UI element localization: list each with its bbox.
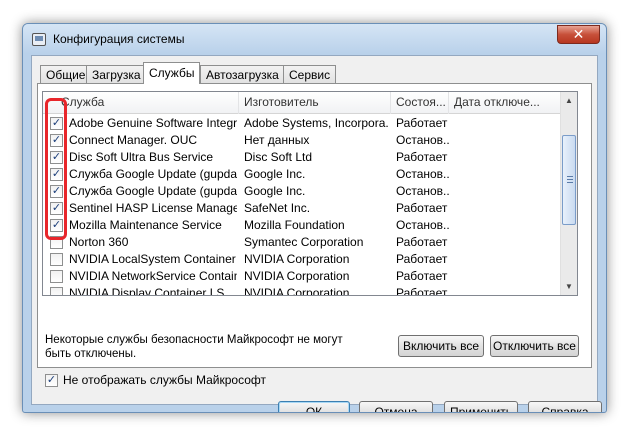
table-row[interactable]: ✓ Служба Google Update (gupdate... Google … (43, 183, 562, 200)
close-button[interactable]: ✕ (557, 25, 600, 44)
tab-tools[interactable]: Сервис (283, 65, 337, 84)
grip-icon (567, 176, 573, 183)
service-manufacturer: Google Inc. (244, 167, 306, 181)
services-list[interactable]: Служба Изготовитель Состоя... Дата отклю… (42, 91, 578, 296)
tab-boot[interactable]: Загрузка (86, 65, 147, 84)
service-checkbox[interactable]: ✓ (50, 151, 63, 164)
service-checkbox[interactable]: ✓ (50, 202, 63, 215)
service-name: Sentinel HASP License Manager (69, 201, 237, 215)
service-manufacturer: NVIDIA Corporation (244, 269, 350, 283)
column-disabled-date[interactable]: Дата отключе... (449, 92, 562, 114)
service-status: Работает (396, 150, 448, 164)
column-status[interactable]: Состоя... (391, 92, 449, 114)
service-status: Останов... (396, 167, 450, 181)
cancel-button[interactable]: Отмена (359, 401, 433, 412)
service-manufacturer: Symantec Corporation (244, 235, 364, 249)
service-name: NVIDIA Display Container LS (69, 286, 225, 296)
security-note: Некоторые службы безопасности Майкрософт… (45, 334, 343, 360)
title-bar[interactable]: Конфигурация системы ✕ (23, 24, 606, 54)
service-status: Останов... (396, 133, 450, 147)
table-row[interactable]: ✓ Disc Soft Ultra Bus Service Disc Soft Lt… (43, 149, 562, 166)
service-checkbox[interactable] (50, 270, 63, 283)
service-checkbox[interactable] (50, 287, 63, 295)
service-name: Disc Soft Ultra Bus Service (69, 150, 214, 164)
service-manufacturer: NVIDIA Corporation (244, 252, 350, 266)
service-status: Работает (396, 201, 448, 215)
service-manufacturer: Adobe Systems, Incorpora... (244, 116, 389, 130)
service-status: Работает (396, 269, 448, 283)
tab-general[interactable]: Общие (40, 65, 92, 84)
service-name: NVIDIA LocalSystem Container (69, 252, 236, 266)
msconfig-icon (32, 33, 46, 46)
service-status: Работает (396, 252, 448, 266)
service-name: Служба Google Update (gupdate... (69, 184, 237, 198)
service-name: Mozilla Maintenance Service (69, 218, 222, 232)
table-row[interactable]: NVIDIA LocalSystem Container NVIDIA Corpo… (43, 251, 562, 268)
hide-ms-label[interactable]: Не отображать службы Майкрософт (63, 373, 266, 387)
service-checkbox[interactable]: ✓ (50, 117, 63, 130)
service-name: Connect Manager. OUC (69, 133, 198, 147)
tab-services[interactable]: Службы (143, 62, 201, 84)
scroll-down-icon[interactable]: ▼ (561, 278, 577, 295)
scroll-thumb[interactable] (562, 135, 576, 225)
table-row[interactable]: ✓ Служба Google Update (gupdate) Google In… (43, 166, 562, 183)
service-name: Adobe Genuine Software Integri... (69, 116, 237, 130)
table-row[interactable]: NVIDIA Display Container LS NVIDIA Corpor… (43, 285, 562, 296)
service-checkbox[interactable] (50, 236, 63, 249)
service-rows: ✓ Adobe Genuine Software Integri... Adobe … (43, 115, 562, 296)
service-name: Служба Google Update (gupdate) (69, 167, 237, 181)
service-name: NVIDIA NetworkService Container (69, 269, 237, 283)
disable-all-button[interactable]: Отключить все (490, 335, 579, 357)
table-row[interactable]: ✓ Connect Manager. OUC Нет данных Останов..… (43, 132, 562, 149)
tab-startup[interactable]: Автозагрузка (200, 65, 285, 84)
service-status: Работает (396, 235, 448, 249)
hide-ms-checkbox[interactable]: ✓ (45, 374, 58, 387)
list-header: Служба Изготовитель Состоя... Дата отклю… (43, 92, 562, 114)
dialog-client: Общие Загрузка Службы Автозагрузка Серви… (31, 55, 602, 412)
service-name: Norton 360 (69, 235, 129, 249)
service-manufacturer: Google Inc. (244, 184, 306, 198)
table-row[interactable]: ✓ Adobe Genuine Software Integri... Adobe … (43, 115, 562, 132)
enable-all-button[interactable]: Включить все (398, 335, 484, 357)
window-title: Конфигурация системы (53, 32, 185, 46)
service-checkbox[interactable]: ✓ (50, 134, 63, 147)
service-checkbox[interactable]: ✓ (50, 185, 63, 198)
service-manufacturer: Нет данных (244, 133, 310, 147)
service-manufacturer: Mozilla Foundation (244, 218, 345, 232)
column-manufacturer[interactable]: Изготовитель (239, 92, 391, 114)
service-status: Останов... (396, 218, 450, 232)
ok-button[interactable]: ОК (278, 401, 350, 412)
vertical-scrollbar[interactable]: ▲ ▼ (560, 92, 577, 295)
service-manufacturer: Disc Soft Ltd (244, 150, 313, 164)
table-row[interactable]: Norton 360 Symantec Corporation Работает (43, 234, 562, 251)
table-row[interactable]: NVIDIA NetworkService Container NVIDIA Co… (43, 268, 562, 285)
table-row[interactable]: ✓ Sentinel HASP License Manager SafeNet In… (43, 200, 562, 217)
service-status: Работает (396, 286, 448, 296)
column-service[interactable]: Служба (43, 92, 239, 114)
table-row[interactable]: ✓ Mozilla Maintenance Service Mozilla Foun… (43, 217, 562, 234)
service-manufacturer: NVIDIA Corporation (244, 286, 350, 296)
service-status: Останов... (396, 184, 450, 198)
service-manufacturer: SafeNet Inc. (244, 201, 311, 215)
service-checkbox[interactable] (50, 253, 63, 266)
help-button[interactable]: Справка (528, 401, 602, 412)
system-configuration-window: Конфигурация системы ✕ Общие Загрузка Сл… (22, 23, 607, 413)
apply-button[interactable]: Применить (444, 401, 518, 412)
service-status: Работает (396, 116, 448, 130)
scroll-up-icon[interactable]: ▲ (561, 92, 577, 109)
service-checkbox[interactable]: ✓ (50, 219, 63, 232)
service-checkbox[interactable]: ✓ (50, 168, 63, 181)
